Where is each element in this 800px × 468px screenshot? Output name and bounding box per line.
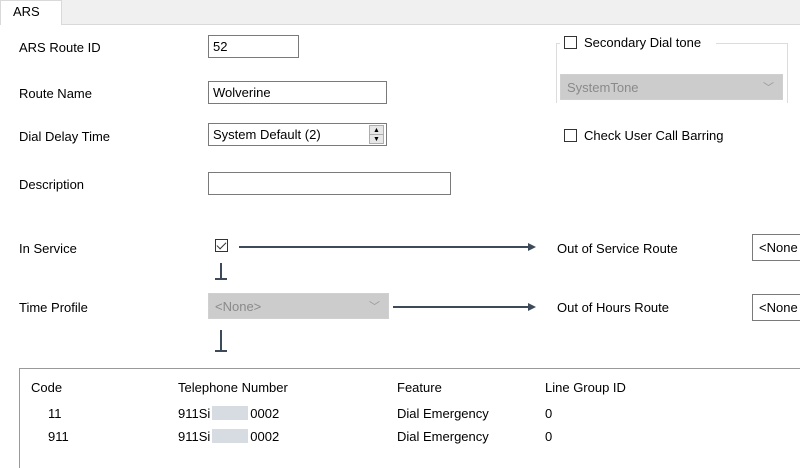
down-connector-2-end bbox=[215, 350, 227, 352]
in-service-connector-line bbox=[239, 246, 529, 248]
check-barring-checkbox[interactable] bbox=[564, 129, 577, 142]
column-header-code[interactable]: Code bbox=[31, 380, 62, 395]
column-header-telephone[interactable]: Telephone Number bbox=[178, 380, 288, 395]
route-id-input[interactable]: 52 bbox=[208, 35, 299, 58]
tab-strip: ARS bbox=[0, 0, 800, 25]
tone-select[interactable]: SystemTone ﹀ bbox=[560, 74, 783, 100]
cell-line-group: 0 bbox=[545, 429, 553, 444]
time-profile-connector-line bbox=[393, 306, 529, 308]
ars-code-table: Code Telephone Number Feature Line Group… bbox=[19, 368, 800, 468]
cell-code: 11 bbox=[48, 406, 62, 421]
description-input[interactable] bbox=[208, 172, 451, 195]
redaction-block bbox=[212, 406, 249, 420]
redaction-block bbox=[212, 429, 249, 443]
tab-ars[interactable]: ARS bbox=[0, 0, 62, 25]
spin-down-icon[interactable]: ▼ bbox=[370, 134, 383, 143]
route-id-label: ARS Route ID bbox=[19, 40, 101, 55]
down-connector-1-end bbox=[215, 278, 227, 280]
cell-feature: Dial Emergency bbox=[397, 406, 489, 421]
cell-line-group: 0 bbox=[545, 406, 553, 421]
in-service-checkbox[interactable] bbox=[215, 239, 228, 252]
down-connector-1 bbox=[220, 263, 222, 278]
description-label: Description bbox=[19, 177, 85, 192]
time-profile-select[interactable]: <None> ﹀ bbox=[208, 293, 389, 319]
secondary-dial-tone-header: Secondary Dial tone bbox=[560, 34, 716, 52]
time-profile-label: Time Profile bbox=[19, 300, 88, 315]
secondary-dial-tone-label: Secondary Dial tone bbox=[584, 35, 702, 50]
out-of-service-select[interactable]: <None bbox=[752, 234, 800, 261]
arrow-right-icon bbox=[528, 303, 536, 311]
dial-delay-value: System Default (2) bbox=[213, 127, 321, 142]
dial-delay-label: Dial Delay Time bbox=[19, 129, 111, 144]
secondary-dial-tone-checkbox[interactable] bbox=[564, 36, 577, 49]
in-service-label: In Service bbox=[19, 241, 77, 256]
cell-code: 911 bbox=[48, 429, 69, 444]
cell-telephone-suffix: 0002 bbox=[250, 429, 280, 444]
chevron-down-icon: ﹀ bbox=[369, 301, 380, 313]
cell-telephone: 911Si 0002 bbox=[178, 406, 279, 421]
chevron-down-icon: ﹀ bbox=[763, 82, 774, 94]
tone-select-value: SystemTone bbox=[567, 80, 639, 95]
out-of-hours-label: Out of Hours Route bbox=[557, 300, 669, 315]
cell-feature: Dial Emergency bbox=[397, 429, 489, 444]
dial-delay-input[interactable]: System Default (2) bbox=[208, 123, 387, 146]
arrow-right-icon bbox=[528, 243, 536, 251]
spin-up-icon[interactable]: ▲ bbox=[370, 126, 383, 134]
cell-telephone-suffix: 0002 bbox=[250, 406, 280, 421]
out-of-service-label: Out of Service Route bbox=[557, 241, 678, 256]
column-header-feature[interactable]: Feature bbox=[397, 380, 442, 395]
time-profile-value: <None> bbox=[215, 299, 262, 314]
route-name-input[interactable]: Wolverine bbox=[208, 81, 387, 104]
route-name-label: Route Name bbox=[19, 86, 92, 101]
table-row[interactable]: 11 911Si 0002 Dial Emergency 0 bbox=[20, 403, 800, 425]
table-row[interactable]: 911 911Si 0002 Dial Emergency 0 bbox=[20, 426, 800, 448]
down-connector-2 bbox=[220, 330, 222, 350]
column-header-line-group[interactable]: Line Group ID bbox=[545, 380, 626, 395]
out-of-hours-select[interactable]: <None bbox=[752, 294, 800, 321]
cell-telephone: 911Si 0002 bbox=[178, 429, 279, 444]
dial-delay-spinner[interactable]: ▲ ▼ bbox=[369, 125, 384, 144]
cell-telephone-prefix: 911Si bbox=[178, 406, 211, 421]
check-barring-label: Check User Call Barring bbox=[584, 128, 724, 143]
cell-telephone-prefix: 911Si bbox=[178, 429, 211, 444]
